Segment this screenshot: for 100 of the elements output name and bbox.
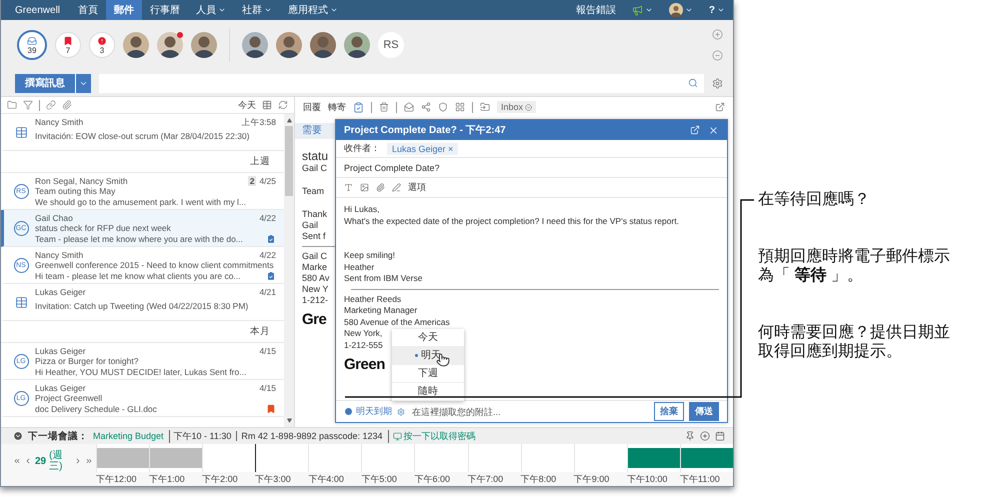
last-icon[interactable] [85, 457, 94, 465]
reply-button[interactable]: 回覆 [303, 100, 321, 114]
counter-button[interactable]: 3 [89, 32, 115, 58]
calendar-icon[interactable] [715, 431, 725, 441]
link-icon[interactable] [46, 100, 56, 110]
add-icon[interactable] [700, 431, 710, 441]
signature-line: 1-212- [301, 295, 330, 306]
zoom-out-icon[interactable] [712, 50, 723, 61]
menu-item[interactable]: 今天 [392, 329, 464, 347]
avatar[interactable] [242, 32, 268, 58]
nav-tab[interactable]: 行事曆 [142, 0, 188, 20]
mail-sender: Lukas Geiger [35, 383, 87, 394]
signature-line: New Y [301, 284, 330, 295]
search-field[interactable] [99, 74, 704, 92]
time-label: 下午12:00 [96, 473, 138, 486]
avatar[interactable] [191, 32, 217, 58]
text-format-icon[interactable] [344, 183, 353, 192]
first-icon[interactable] [13, 457, 21, 465]
close-icon[interactable] [708, 124, 719, 136]
chevron-icon [218, 6, 226, 14]
to-label: 收件者： [344, 142, 380, 155]
nav-tab[interactable]: 社群 [234, 0, 280, 20]
previous-icon[interactable] [24, 457, 32, 465]
time-label: 下午9:00 [574, 473, 610, 486]
paperclip-icon[interactable] [62, 100, 72, 110]
subject-field[interactable]: Project Complete Date? [344, 162, 440, 172]
chevron-icon [717, 6, 725, 14]
meeting-room: Rm 42 1-898-9892 passcode: 1234 [236, 431, 383, 441]
pin-icon[interactable] [685, 431, 695, 441]
menu-item[interactable]: 明天 [392, 347, 464, 365]
avatar[interactable] [310, 32, 336, 58]
trash-icon[interactable] [379, 102, 389, 112]
settings-icon[interactable] [712, 78, 723, 88]
initials-avatar[interactable]: RS [378, 32, 404, 58]
signature-icon[interactable] [392, 183, 401, 192]
counter-button[interactable]: 7 [55, 32, 81, 58]
meeting-label: 下一場會議： [28, 430, 88, 442]
discard-button[interactable]: 捨棄 [654, 402, 684, 421]
mail-date: 上午3:58 [241, 117, 276, 129]
folder-chip[interactable]: Inbox [497, 101, 536, 113]
folder-icon[interactable] [7, 100, 17, 110]
clipboard-check-icon[interactable] [353, 102, 364, 112]
avatar[interactable] [276, 32, 302, 58]
nav-tab[interactable]: 人員 [188, 0, 234, 20]
nav-tab[interactable]: 郵件 [106, 0, 142, 20]
today-button[interactable]: 今天 [238, 98, 256, 112]
avatar[interactable] [123, 32, 149, 58]
signature-line: Marke [301, 262, 328, 273]
body-line: Sent from IBM Verse [344, 273, 422, 284]
annotation-text: 在等待回應嗎？ [758, 190, 871, 209]
due-date-link[interactable]: 明天到期 [344, 405, 392, 418]
image-icon[interactable] [360, 183, 369, 192]
help-menu[interactable]: ? [700, 4, 733, 16]
time-label: 下午8:00 [520, 473, 558, 486]
time-label: 下午10:00 [626, 473, 668, 486]
search-icon [688, 78, 698, 88]
time-label: 下午6:00 [414, 473, 452, 486]
signature-line: Gail C [301, 251, 328, 262]
popout-icon[interactable] [715, 102, 725, 112]
body-line: Hi Lukas, [344, 204, 380, 216]
move-folder-icon[interactable] [480, 102, 490, 112]
calendar-icon[interactable] [262, 100, 272, 110]
send-button[interactable]: 傳送 [689, 402, 719, 421]
nav-tab[interactable]: 首頁 [70, 0, 106, 20]
report-link[interactable]: 報告錯誤 [568, 3, 624, 17]
refresh-icon[interactable] [278, 100, 288, 110]
compose-button[interactable]: 撰寫訊息 [15, 74, 75, 92]
paperclip-icon[interactable] [376, 183, 385, 192]
mail-preview: doc Delivery Schedule - GLI.doc [35, 404, 158, 414]
action-bar[interactable]: 需要 [295, 123, 335, 139]
compose-menu-button[interactable] [75, 74, 91, 92]
grid-icon[interactable] [455, 102, 465, 112]
share-icon[interactable] [421, 102, 431, 112]
time-label: 下午3:00 [255, 473, 292, 486]
counter-button[interactable]: 39 [17, 30, 47, 60]
shield-icon[interactable] [438, 102, 448, 112]
scrollbar-thumb[interactable] [285, 126, 293, 196]
calendar-icon [14, 296, 28, 309]
menu-item[interactable]: 下週 [392, 365, 464, 383]
menu-item[interactable]: 隨時 [392, 383, 464, 401]
recipient-chip[interactable]: Lukas Geiger × [387, 142, 458, 154]
avatar[interactable] [344, 32, 370, 58]
nav-tab[interactable]: 應用程式 [280, 0, 346, 20]
filter-icon[interactable] [23, 100, 33, 110]
options-button[interactable]: 選項 [408, 181, 426, 194]
avatar[interactable] [157, 32, 183, 58]
forward-button[interactable]: 轉寄 [328, 100, 346, 114]
monitor-icon [392, 432, 402, 440]
day-number: 29 [35, 456, 46, 466]
chevron-icon [330, 6, 338, 14]
popout-icon[interactable] [690, 125, 700, 135]
scrollbar[interactable] [284, 114, 294, 427]
passcode-link[interactable]: 按一下以取得密碼 [392, 430, 476, 442]
meeting-link[interactable]: Marketing Budget [93, 431, 164, 441]
mail-subject: Invitation: Catch up Tweeting (Wed 04/22/2015 8:30 PM) [35, 300, 250, 313]
mail-date: 4/22 [259, 213, 276, 224]
zoom-in-icon[interactable] [712, 29, 723, 40]
envelope-open-icon[interactable] [404, 102, 414, 112]
brand-name[interactable]: Greenwell [1, 4, 70, 16]
mail-preview: We should go to the amusement park. I went with my l... [35, 196, 248, 207]
